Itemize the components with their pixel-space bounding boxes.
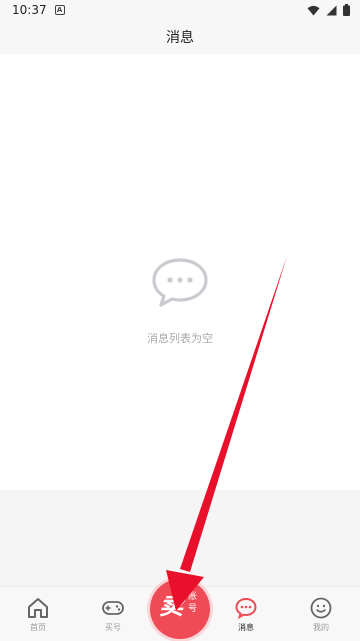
gamepad-icon [102,601,124,615]
status-right [307,4,350,16]
tab-buy-account-label: 买号 [105,623,121,632]
smile-icon [310,597,332,619]
wifi-icon [307,5,320,15]
app-header: 消息 [0,20,360,54]
page-title: 消息 [166,30,194,46]
notification-icon: A [54,5,65,15]
tab-buy-account[interactable]: 买号 [83,587,143,641]
tab-messages-label: 消息 [238,623,254,632]
tab-messages[interactable]: 消息 [216,587,276,641]
home-icon [28,598,48,618]
tab-profile[interactable]: 我的 [291,587,351,641]
tab-profile-label: 我的 [313,623,329,632]
message-icon [235,597,257,620]
sell-account-button[interactable]: 卖 账号 [150,579,210,639]
empty-state-text: 消息列表为空 [147,332,213,345]
sell-button-char: 卖 [159,592,183,620]
chat-bubble-icon [152,258,208,307]
sell-button-text: 账号 [188,592,198,614]
battery-icon [343,4,350,16]
status-left: 10:37 A [12,3,65,17]
lower-panel [0,490,360,586]
status-bar: 10:37 A [0,0,360,20]
tab-home-label: 首页 [30,623,46,632]
signal-icon [326,5,337,15]
tab-home[interactable]: 首页 [8,587,68,641]
status-time: 10:37 [12,3,47,17]
